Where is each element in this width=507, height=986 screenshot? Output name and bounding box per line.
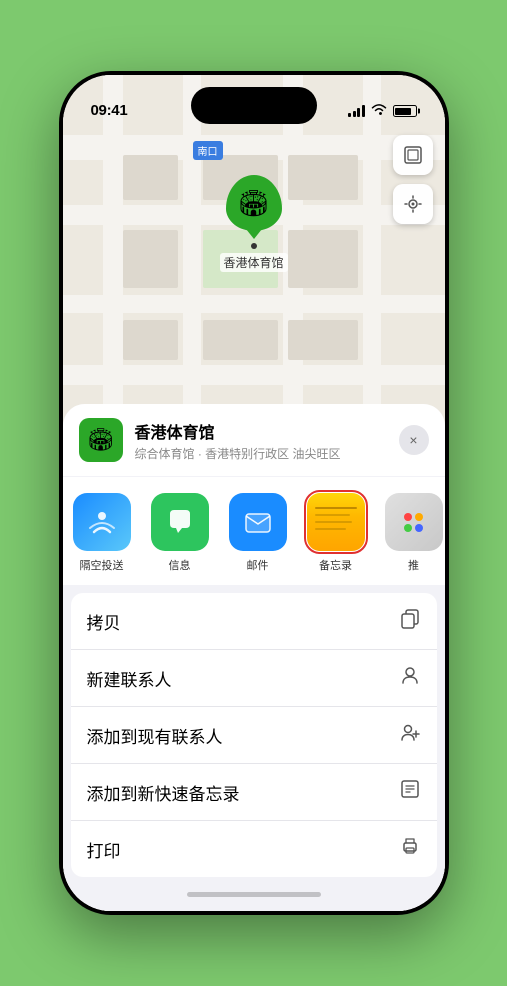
venue-subtitle: 综合体育馆 · 香港特别行政区 油尖旺区 (135, 445, 387, 462)
new-contact-icon (399, 664, 421, 692)
add-note-label: 添加到新快速备忘录 (87, 780, 240, 805)
add-existing-icon (399, 721, 421, 749)
messages-label: 信息 (169, 557, 191, 573)
pin-label: 香港体育馆 (219, 253, 287, 272)
copy-icon (399, 607, 421, 635)
status-time: 09:41 (91, 102, 128, 119)
stadium-emoji: 🏟 (237, 188, 270, 219)
venue-header: 🏟 香港体育馆 综合体育馆 · 香港特别行政区 油尖旺区 × (63, 404, 445, 476)
phone-frame: 09:41 (59, 71, 449, 915)
pin-dot (250, 243, 256, 249)
mail-icon[interactable] (229, 493, 287, 551)
share-app-more[interactable]: 推 (375, 493, 445, 573)
map-controls (393, 135, 433, 224)
menu-item-new-contact[interactable]: 新建联系人 (71, 650, 437, 707)
venue-name: 香港体育馆 (135, 419, 387, 443)
menu-item-print[interactable]: 打印 (71, 821, 437, 877)
add-existing-label: 添加到现有联系人 (87, 723, 223, 748)
more-icon[interactable] (385, 493, 443, 551)
venue-info: 香港体育馆 综合体育馆 · 香港特别行政区 油尖旺区 (135, 419, 387, 462)
home-indicator (63, 877, 445, 911)
dynamic-island (191, 87, 317, 124)
wifi-icon (371, 103, 387, 119)
share-app-mail[interactable]: 邮件 (219, 493, 297, 573)
menu-section: 拷贝 新建联系人 (71, 593, 437, 877)
airdrop-label: 隔空投送 (80, 557, 124, 573)
share-app-notes[interactable]: 备忘录 (297, 493, 375, 573)
pin-icon: 🏟 (225, 175, 281, 231)
menu-item-copy[interactable]: 拷贝 (71, 593, 437, 650)
share-app-airdrop[interactable]: 隔空投送 (63, 493, 141, 573)
print-label: 打印 (87, 837, 121, 862)
mail-label: 邮件 (247, 557, 269, 573)
messages-icon[interactable] (151, 493, 209, 551)
notes-label: 备忘录 (319, 557, 352, 573)
home-bar (187, 892, 321, 897)
menu-item-add-note[interactable]: 添加到新快速备忘录 (71, 764, 437, 821)
phone-screen: 09:41 (63, 75, 445, 911)
venue-emoji: 🏟 (87, 427, 115, 453)
share-apps-row: 隔空投送 信息 (63, 477, 445, 585)
share-app-messages[interactable]: 信息 (141, 493, 219, 573)
menu-item-add-existing[interactable]: 添加到现有联系人 (71, 707, 437, 764)
more-label: 推 (408, 557, 419, 573)
map-layers-button[interactable] (393, 135, 433, 175)
venue-icon: 🏟 (79, 418, 123, 462)
map-label: 南口 (193, 141, 223, 160)
battery-icon (393, 105, 417, 117)
status-icons (348, 103, 417, 119)
stadium-pin: 🏟 香港体育馆 (219, 175, 287, 272)
location-button[interactable] (393, 184, 433, 224)
bottom-sheet: 🏟 香港体育馆 综合体育馆 · 香港特别行政区 油尖旺区 × (63, 404, 445, 911)
signal-icon (348, 105, 365, 117)
airdrop-icon[interactable] (73, 493, 131, 551)
copy-label: 拷贝 (87, 609, 121, 634)
print-icon (399, 835, 421, 863)
add-note-icon (399, 778, 421, 806)
new-contact-label: 新建联系人 (87, 666, 172, 691)
close-button[interactable]: × (399, 425, 429, 455)
